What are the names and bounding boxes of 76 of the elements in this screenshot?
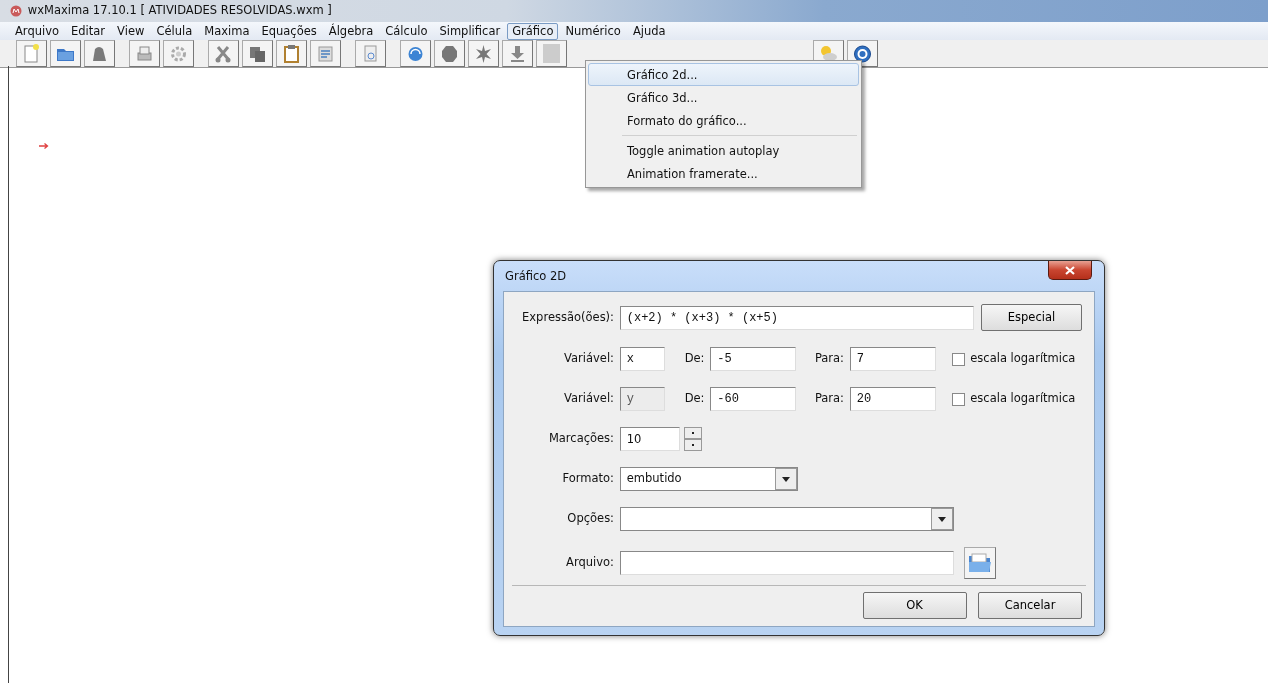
toolbar-button[interactable]: [434, 40, 465, 67]
checkbox-label: escala logarítmica: [970, 390, 1076, 408]
toolbar-button[interactable]: [276, 40, 307, 67]
menu-item[interactable]: Arquivo: [10, 22, 65, 40]
menu-entry[interactable]: Animation framerate...: [588, 162, 859, 185]
dropdown-arrow-icon: [781, 476, 790, 482]
field-label: Para:: [813, 390, 844, 408]
menu-item[interactable]: Cálculo: [380, 22, 433, 40]
toolbar-button[interactable]: [16, 40, 47, 67]
checkbox-label: escala logarítmica: [970, 350, 1076, 368]
menu-item[interactable]: Ajuda: [627, 22, 671, 40]
toolbar-button[interactable]: [310, 40, 341, 67]
field-label: Marcações:: [547, 430, 614, 448]
field-label: Variável:: [563, 390, 614, 408]
ticks-field[interactable]: 10: [619, 427, 680, 451]
toolbar-button[interactable]: [208, 40, 239, 67]
field-label: Para:: [813, 350, 844, 368]
menu-item[interactable]: Editar: [66, 22, 111, 40]
print-icon: [134, 43, 155, 64]
checkbox[interactable]: [951, 352, 965, 366]
from-field[interactable]: -5: [710, 347, 797, 371]
window-title: wxMaxima 17.10.1 [ ATIVIDADES RESOLVIDAS.wxm ]: [27, 2, 332, 20]
field-label: De:: [683, 390, 705, 408]
text-lines-icon: [315, 43, 336, 64]
new-file-icon: [21, 43, 42, 64]
menu-item[interactable]: View: [112, 22, 150, 40]
field-label: Expressão(ões):: [521, 308, 614, 326]
toolbar-button[interactable]: [242, 40, 273, 67]
close-icon: [1065, 265, 1075, 275]
toolbar-button[interactable]: [468, 40, 499, 67]
menu-item[interactable]: Numérico: [560, 22, 626, 40]
menu-item[interactable]: Gráfico: [507, 22, 559, 40]
field-label: Formato:: [561, 470, 614, 488]
toolbar-button[interactable]: [163, 40, 194, 67]
to-field[interactable]: 7: [849, 347, 936, 371]
expression-field[interactable]: (x+2) * (x+3) * (x+5): [619, 305, 974, 330]
starburst-icon: [473, 43, 494, 64]
format-dropdown[interactable]: embutido: [619, 467, 798, 491]
menu-entry[interactable]: Formato do gráfico...: [588, 109, 859, 132]
document-icon: [541, 43, 562, 64]
menu-entry[interactable]: Gráfico 3d...: [588, 86, 859, 109]
folder-icon: [967, 552, 992, 574]
options-dropdown[interactable]: [619, 507, 954, 531]
toolbar-button[interactable]: [502, 40, 533, 67]
close-button[interactable]: [1048, 261, 1092, 280]
dropdown-arrow-icon: [937, 516, 946, 522]
dialog-title: Gráfico 2D: [504, 268, 568, 285]
dialog-button[interactable]: OK: [862, 591, 967, 619]
menu-item[interactable]: Célula: [151, 22, 198, 40]
menu-entry[interactable]: Gráfico 2d...: [588, 63, 859, 86]
special-button[interactable]: Especial: [981, 304, 1082, 331]
menu-entry[interactable]: Toggle animation autoplay: [588, 139, 859, 162]
spin-up-icon[interactable]: [683, 427, 702, 439]
field-label: Variável:: [563, 350, 614, 368]
field-label: Opções:: [566, 510, 614, 528]
cell-arrow-icon: [39, 143, 49, 149]
toolbar-button[interactable]: [84, 40, 115, 67]
menu-item[interactable]: Simplificar: [434, 22, 506, 40]
clipboard-icon: [281, 43, 302, 64]
browse-button[interactable]: [963, 547, 996, 579]
toolbar-button[interactable]: [129, 40, 160, 67]
field-label: Arquivo:: [565, 554, 614, 572]
menu-item[interactable]: Maxima: [199, 22, 255, 40]
app-logo-icon: [10, 5, 22, 17]
dialog-button[interactable]: Cancelar: [978, 591, 1082, 619]
variable-field[interactable]: x: [619, 347, 665, 371]
menu-item[interactable]: Equações: [256, 22, 322, 40]
spin-down-icon[interactable]: [683, 439, 702, 451]
toolbar-button[interactable]: [50, 40, 81, 67]
menu-item[interactable]: Álgebra: [323, 22, 379, 40]
field-label: De:: [683, 350, 705, 368]
toolbar-button[interactable]: [355, 40, 386, 67]
toolbar-button[interactable]: [536, 40, 567, 67]
octagon-icon: [439, 43, 460, 64]
file-field[interactable]: [619, 551, 954, 575]
toolbar-button[interactable]: [400, 40, 431, 67]
